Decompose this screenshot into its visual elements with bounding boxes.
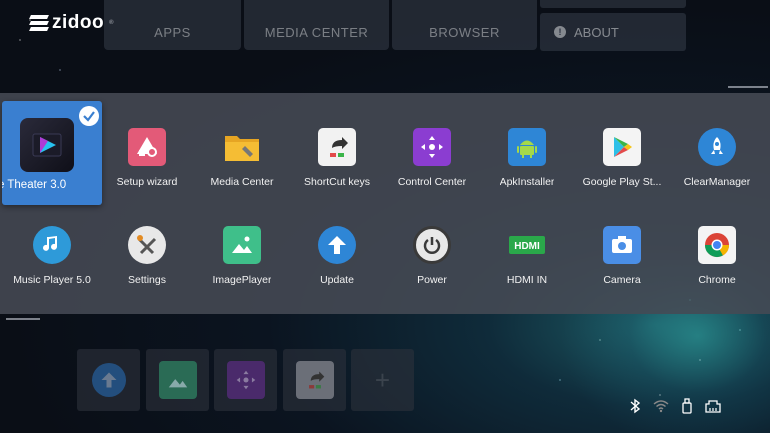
power-icon [413,226,451,264]
app-label: HDMI IN [506,274,548,286]
app-setup-wizard[interactable]: Setup wizard [97,116,197,206]
play-store-icon [603,128,641,166]
tab-media-center[interactable]: MEDIA CENTER [244,0,389,50]
tab-apps-label: APPS [154,25,191,40]
app-chrome[interactable]: Chrome [667,214,767,304]
app-label: ImagePlayer [212,274,272,286]
app-apkinstaller[interactable]: ApkInstaller [477,116,577,206]
zidoo-mark-icon [29,14,49,32]
tab-about-label: ABOUT [574,24,619,40]
hdmi-icon: HDMI [508,226,546,264]
app-imageplayer[interactable]: ImagePlayer [192,214,292,304]
app-google-play[interactable]: Google Play St... [572,116,672,206]
tab-media-center-label: MEDIA CENTER [264,25,369,40]
prev-page-arrow-icon[interactable] [6,318,40,320]
app-update[interactable]: Update [287,214,387,304]
dock-imageplayer[interactable] [146,349,209,411]
home-theater-icon [20,118,74,172]
app-label: Chrome [698,274,736,286]
tab-browser-label: BROWSER [429,25,500,40]
top-right-tile[interactable] [540,0,686,8]
dpad-icon [413,128,451,166]
shortcut-icon [318,128,356,166]
settings-icon [128,226,166,264]
update-icon [91,363,126,397]
tab-browser[interactable]: BROWSER [392,0,537,50]
app-home-theater-selected[interactable]: e Theater 3.0 [2,101,102,205]
app-label: Settings [128,274,166,286]
app-label: Google Play St... [582,176,662,188]
app-control-center[interactable]: Control Center [382,116,482,206]
svg-text:HDMI: HDMI [514,241,540,252]
wifi-icon [653,398,669,414]
tab-apps[interactable]: APPS [104,0,241,50]
bluetooth-icon [627,398,643,414]
app-label: Media Center [210,176,274,188]
dpad-icon [226,361,265,399]
info-icon: ! [554,26,566,38]
dock-update[interactable] [77,349,140,411]
image-icon [158,361,197,399]
app-shortcut-keys[interactable]: ShortCut keys [287,116,387,206]
app-label: ApkInstaller [499,176,555,188]
app-label: Power [417,274,447,286]
zidoo-logo: zidoo® [29,12,114,34]
app-label: Setup wizard [116,176,178,188]
app-media-center[interactable]: Media Center [192,116,292,206]
app-label: Camera [603,274,641,286]
app-label: ShortCut keys [304,176,370,188]
app-power[interactable]: Power [382,214,482,304]
dock-control-center[interactable] [214,349,277,411]
setup-wizard-icon [128,128,166,166]
app-music-player[interactable]: Music Player 5.0 [2,214,102,304]
app-camera[interactable]: Camera [572,214,672,304]
chrome-icon [698,226,736,264]
next-page-arrow-icon[interactable] [728,86,768,88]
brand-name: zidoo [52,12,105,33]
shortcut-icon [295,361,334,399]
image-icon [223,226,261,264]
rocket-icon [698,128,736,166]
folder-icon [223,128,261,166]
android-icon [508,128,546,166]
app-label: Control Center [397,176,467,188]
usb-icon [679,398,695,414]
add-icon: + [374,364,391,395]
music-icon [33,226,71,264]
app-hdmi-in[interactable]: HDMI HDMI IN [477,214,577,304]
dock-add-slot[interactable]: + [351,349,414,411]
app-label: Update [320,274,354,286]
app-label: Music Player 5.0 [13,274,91,286]
selected-check-icon [79,106,99,126]
dock-shortcut-keys[interactable] [283,349,346,411]
tab-about[interactable]: ! ABOUT [540,13,686,51]
update-icon [318,226,356,264]
camera-icon [603,226,641,264]
status-bar [627,398,721,414]
app-label: ClearManager [683,176,751,188]
selected-app-label: e Theater 3.0 [2,179,67,191]
ethernet-icon [705,398,721,414]
app-clearmanager[interactable]: ClearManager [667,116,767,206]
app-settings[interactable]: Settings [97,214,197,304]
